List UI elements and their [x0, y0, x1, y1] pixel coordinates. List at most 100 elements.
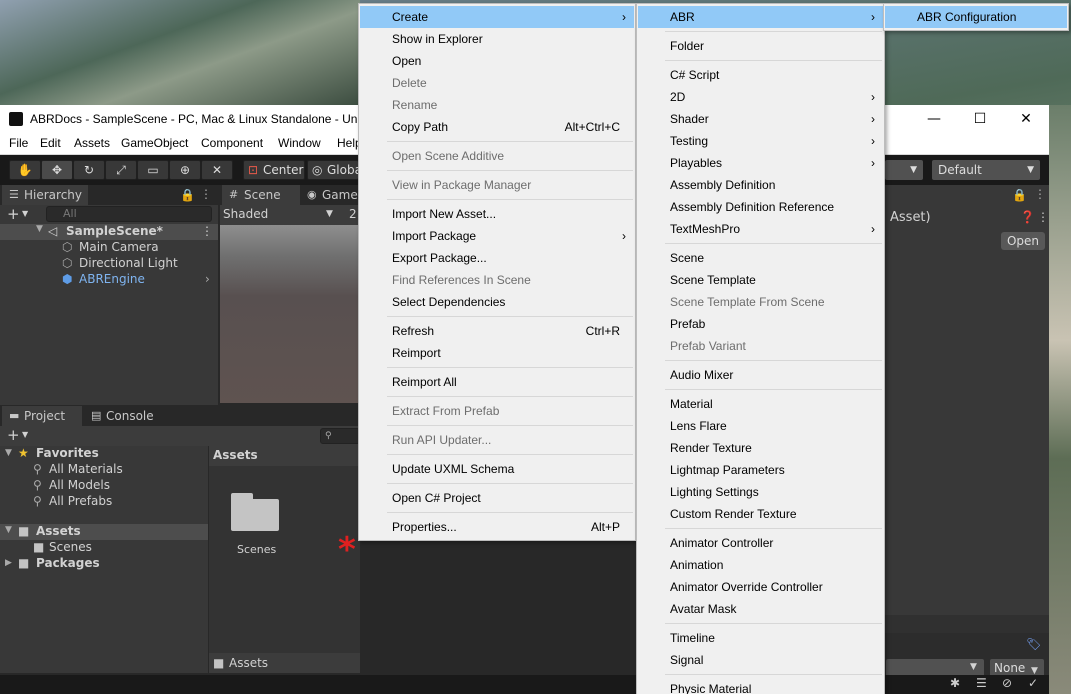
tab-game[interactable]: ◉ Game [300, 185, 360, 205]
hierarchy-search-input[interactable]: All [46, 206, 212, 222]
menu-item-audio-mixer[interactable]: Audio Mixer [638, 364, 883, 386]
menu-assets[interactable]: Assets [74, 136, 110, 150]
scene-row[interactable]: ▼ ◁ SampleScene* ⋮ [0, 224, 218, 240]
menu-item-update-uxml-schema[interactable]: Update UXML Schema [360, 458, 634, 480]
favorites-label[interactable]: Favorites [36, 446, 99, 460]
menu-item-export-package[interactable]: Export Package... [360, 247, 634, 269]
favorite-item[interactable]: All Materials [49, 462, 123, 476]
menu-item-create[interactable]: Create › [360, 6, 634, 28]
menu-edit[interactable]: Edit [40, 136, 61, 150]
menu-item-import-package[interactable]: Import Package › [360, 225, 634, 247]
menu-item-csharp-script[interactable]: C# Script [638, 64, 883, 86]
auto-generate-icon[interactable]: ⊘ [1002, 676, 1012, 690]
lock-icon[interactable]: 🔒 [1012, 188, 1027, 202]
shading-mode-dropdown[interactable]: Shaded [223, 207, 268, 221]
menu-item-textmeshpro[interactable]: TextMeshPro › [638, 218, 883, 240]
menu-item-animator-controller[interactable]: Animator Controller [638, 532, 883, 554]
menu-item-folder[interactable]: Folder [638, 35, 883, 57]
rotate-tool-icon[interactable]: ↻ [73, 160, 105, 180]
menu-item-assembly-definition-reference[interactable]: Assembly Definition Reference [638, 196, 883, 218]
layout-dropdown[interactable]: Default ▼ [932, 160, 1040, 180]
menu-item-timeline[interactable]: Timeline [638, 627, 883, 649]
open-button[interactable]: Open [1001, 232, 1045, 250]
expand-arrow-icon[interactable]: ▼ [36, 224, 43, 234]
hierarchy-item[interactable]: ⬡ Directional Light [0, 256, 218, 272]
menu-item-lighting-settings[interactable]: Lighting Settings [638, 481, 883, 503]
menu-item-select-dependencies[interactable]: Select Dependencies [360, 291, 634, 313]
menu-item-physic-material[interactable]: Physic Material [638, 678, 883, 694]
menu-item-delete[interactable]: Delete [360, 72, 634, 94]
menu-item-properties[interactable]: Properties... Alt+P [360, 516, 634, 538]
menu-item-open-scene-additive[interactable]: Open Scene Additive [360, 145, 634, 167]
project-search-input[interactable]: ⚲ [320, 428, 360, 444]
custom-tool-icon[interactable]: ✕ [201, 160, 233, 180]
folder-asset-tile[interactable] [231, 491, 281, 531]
menu-item-view-in-package-manager[interactable]: View in Package Manager [360, 174, 634, 196]
menu-gameobject[interactable]: GameObject [121, 136, 188, 150]
expand-arrow-icon[interactable]: ▶ [5, 558, 12, 568]
transform-tool-icon[interactable]: ⊕ [169, 160, 201, 180]
tab-project[interactable]: ▬ Project [2, 406, 82, 426]
menu-item-open[interactable]: Open [360, 50, 634, 72]
menu-item-testing[interactable]: Testing › [638, 130, 883, 152]
layers-stack-icon[interactable]: ☰ [976, 676, 987, 690]
menu-item-prefab[interactable]: Prefab [638, 313, 883, 335]
menu-item-animator-override-controller[interactable]: Animator Override Controller [638, 576, 883, 598]
more-options-icon[interactable]: ⋮ [1037, 210, 1049, 224]
tab-scene[interactable]: # Scene [222, 185, 300, 205]
chevron-down-icon[interactable]: ▼ [22, 430, 28, 439]
bug-icon[interactable]: ✱ [950, 676, 960, 690]
menu-item-show-in-explorer[interactable]: Show in Explorer [360, 28, 634, 50]
assets-folder-row[interactable]: ▼ ■ Assets [0, 524, 208, 540]
pivot-center-button[interactable]: ⊡ Center [243, 160, 305, 180]
more-options-icon[interactable]: ⋮ [201, 224, 213, 238]
menu-item-abr[interactable]: ABR › [638, 6, 883, 28]
menu-item-reimport[interactable]: Reimport [360, 342, 634, 364]
tab-console[interactable]: ▤ Console [84, 406, 164, 426]
maximize-button[interactable]: ☐ [957, 109, 1003, 129]
menu-window[interactable]: Window [278, 136, 321, 150]
close-button[interactable]: ✕ [1003, 109, 1049, 129]
menu-component[interactable]: Component [201, 136, 263, 150]
favorite-item[interactable]: All Models [49, 478, 110, 492]
menu-item-custom-render-texture[interactable]: Custom Render Texture [638, 503, 883, 525]
scene-viewport[interactable] [220, 225, 360, 403]
menu-item-playables[interactable]: Playables › [638, 152, 883, 174]
menu-item-animation[interactable]: Animation [638, 554, 883, 576]
favorite-item[interactable]: All Prefabs [49, 494, 112, 508]
2d-toggle-button[interactable]: 2 [349, 207, 357, 221]
menu-item-2d[interactable]: 2D › [638, 86, 883, 108]
menu-item-abr-configuration[interactable]: ABR Configuration [885, 6, 1067, 28]
help-icon[interactable]: ❓ [1020, 210, 1035, 224]
menu-item-scene-template-from-scene[interactable]: Scene Template From Scene [638, 291, 883, 313]
move-tool-icon[interactable]: ✥ [41, 160, 73, 180]
add-icon[interactable]: + [7, 426, 20, 444]
menu-item-import-new-asset[interactable]: Import New Asset... [360, 203, 634, 225]
menu-item-open-csharp-project[interactable]: Open C# Project [360, 487, 634, 509]
lock-icon[interactable]: 🔒 [180, 188, 195, 202]
expand-arrow-icon[interactable]: ▼ [5, 448, 12, 458]
asset-tile-label[interactable]: Scenes [237, 543, 276, 556]
menu-item-rename[interactable]: Rename [360, 94, 634, 116]
chevron-down-icon[interactable]: ▼ [326, 209, 333, 219]
menu-item-assembly-definition[interactable]: Assembly Definition [638, 174, 883, 196]
menu-item-reimport-all[interactable]: Reimport All [360, 371, 634, 393]
menu-item-find-references[interactable]: Find References In Scene [360, 269, 634, 291]
menu-item-scene[interactable]: Scene [638, 247, 883, 269]
layers-dropdown[interactable]: ▼ [885, 160, 923, 180]
menu-item-lens-flare[interactable]: Lens Flare [638, 415, 883, 437]
menu-item-signal[interactable]: Signal [638, 649, 883, 671]
minimize-button[interactable]: — [911, 109, 957, 129]
menu-item-scene-template[interactable]: Scene Template [638, 269, 883, 291]
breadcrumb-item[interactable]: Assets [213, 448, 258, 462]
more-options-icon[interactable]: ⋮ [1034, 187, 1046, 201]
expand-arrow-icon[interactable]: ▼ [5, 525, 12, 535]
menu-item-prefab-variant[interactable]: Prefab Variant [638, 335, 883, 357]
hand-tool-icon[interactable]: ✋ [9, 160, 41, 180]
menu-item-copy-path[interactable]: Copy Path Alt+Ctrl+C [360, 116, 634, 138]
hierarchy-item[interactable]: ⬢ ABREngine › [0, 272, 218, 288]
menu-item-shader[interactable]: Shader › [638, 108, 883, 130]
menu-item-refresh[interactable]: Refresh Ctrl+R [360, 320, 634, 342]
chevron-right-icon[interactable]: › [205, 272, 210, 286]
menu-item-material[interactable]: Material [638, 393, 883, 415]
